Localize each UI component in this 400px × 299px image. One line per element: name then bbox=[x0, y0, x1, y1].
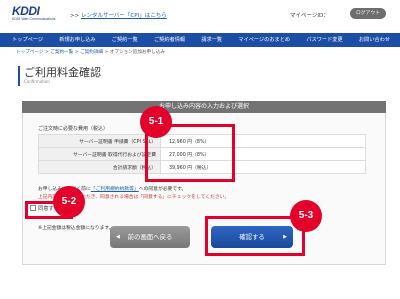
nav-item-billing[interactable]: 請求一覧 bbox=[201, 33, 222, 47]
nav-item-new-application[interactable]: 新規お申し込み bbox=[59, 33, 95, 47]
back-button-label: 前の画面へ戻る bbox=[127, 233, 173, 241]
notice-prefix: >> bbox=[70, 13, 81, 19]
highlight-confirm-button bbox=[205, 216, 305, 256]
fee-label: サーバー証明書 申請費（CPI SSL） bbox=[38, 134, 161, 148]
logo-subtitle: KDDI Web Communications bbox=[12, 17, 56, 21]
nav-item-mypage-bundle[interactable]: マイページのおまとめ bbox=[238, 33, 290, 47]
cpi-notice: >> レンタルサーバー「CPI」はこちら bbox=[70, 11, 167, 19]
breadcrumb-separator: > bbox=[103, 50, 110, 55]
mypage-id-label: マイページID： bbox=[290, 13, 329, 19]
nav-item-top[interactable]: トップページ bbox=[12, 33, 43, 47]
step-badge-5-1: 5-1 bbox=[140, 106, 172, 138]
nav-item-contact[interactable]: お問い合わせ bbox=[359, 33, 390, 47]
step-badge-5-3: 5-3 bbox=[290, 200, 322, 232]
terms-notice-suffix: への同意が必要です。 bbox=[138, 187, 187, 192]
page-title-block: ご利用料金確認 Confirmation bbox=[18, 66, 101, 86]
cpi-rental-server-link[interactable]: レンタルサーバー「CPI」はこちら bbox=[81, 13, 167, 19]
logo-mark: KDDI bbox=[12, 4, 40, 18]
breadcrumb-contract-detail[interactable]: ご契約詳細 bbox=[80, 50, 103, 55]
breadcrumb-current: オプション追加お申し込み bbox=[109, 50, 165, 55]
fee-total-label: 合計請求額（税込） bbox=[38, 160, 161, 174]
breadcrumb-home[interactable]: トップページ bbox=[16, 50, 43, 55]
step-badge-5-2: 5-2 bbox=[53, 186, 85, 218]
panel-heading: お申し込み内容の入力および選択 bbox=[22, 101, 386, 113]
breadcrumb-contracts[interactable]: ご契約一覧 bbox=[50, 50, 73, 55]
nav-item-contracts[interactable]: ご契約一覧 bbox=[112, 33, 138, 47]
fees-section-label: ご注文時に必要な費用（税込） bbox=[38, 126, 109, 132]
tax-note: ※上記金額は税込金額になります。 bbox=[38, 226, 114, 231]
page-title: ご利用料金確認 bbox=[24, 66, 101, 79]
nav-item-password-change[interactable]: パスワード変更 bbox=[306, 33, 342, 47]
page-subtitle: Confirmation bbox=[24, 79, 50, 84]
breadcrumb: トップページ > ご契約一覧 > ご契約詳細 > オプション追加お申し込み bbox=[16, 49, 165, 55]
nav-item-contractor-info[interactable]: ご契約者情報 bbox=[154, 33, 185, 47]
terms-link[interactable]: 「ご利用規約約款等」 bbox=[91, 187, 139, 192]
back-button[interactable]: ◀ 前の画面へ戻る bbox=[110, 226, 190, 248]
fee-label: サーバー証明書 取得代行および設定費 bbox=[38, 147, 161, 161]
top-header: KDDI KDDI Web Communications >> レンタルサーバー… bbox=[0, 0, 400, 32]
breadcrumb-separator: > bbox=[73, 50, 81, 55]
kddi-logo[interactable]: KDDI KDDI Web Communications bbox=[12, 4, 56, 27]
chevron-left-icon: ◀ bbox=[116, 234, 120, 240]
logout-button[interactable]: ログアウト bbox=[350, 8, 386, 19]
main-nav: トップページ 新規お申し込み ご契約一覧 ご契約者情報 請求一覧 マイページのお… bbox=[0, 33, 400, 47]
